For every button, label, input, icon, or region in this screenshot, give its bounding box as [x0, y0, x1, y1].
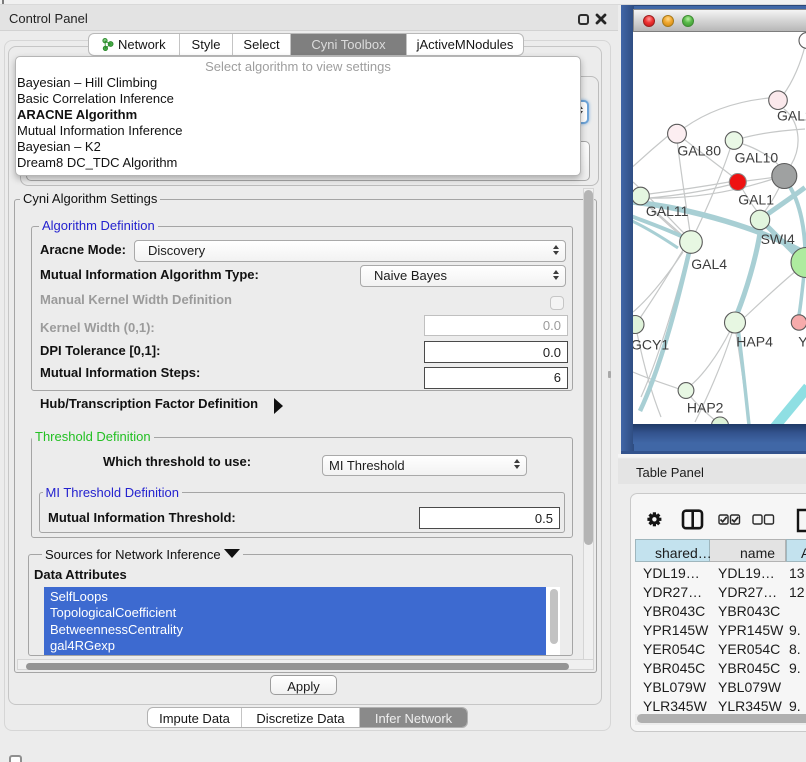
svg-text:GAL1: GAL1	[738, 191, 774, 207]
svg-text:HAP4: HAP4	[736, 333, 773, 349]
svg-text:GAL4: GAL4	[691, 256, 727, 272]
svg-text:GAL11: GAL11	[646, 203, 689, 219]
svg-text:GAL80: GAL80	[677, 142, 721, 158]
svg-text:GAL10: GAL10	[735, 149, 779, 165]
svg-text:GAL2: GAL2	[777, 107, 806, 123]
svg-text:SWI4: SWI4	[761, 231, 795, 247]
svg-text:GCY1: GCY1	[633, 336, 669, 352]
svg-text:HAP2: HAP2	[687, 399, 724, 415]
svg-text:YBR: YBR	[798, 333, 806, 349]
